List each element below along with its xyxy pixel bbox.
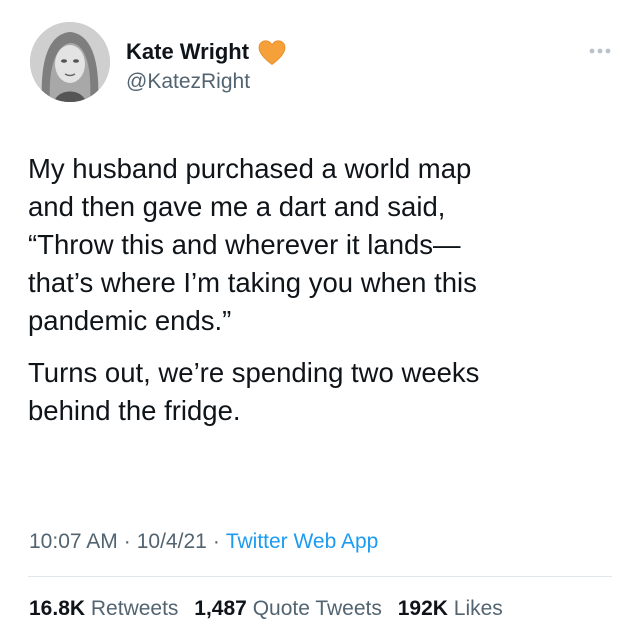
tweet-stats: 16.8K Retweets 1,487 Quote Tweets 192K L… [29, 595, 503, 623]
tweet-paragraph-1: My husband purchased a world map and the… [28, 153, 477, 336]
tweet-card: Kate Wright @KatezRight My husband purch… [0, 0, 640, 640]
avatar[interactable] [30, 22, 110, 102]
retweets-stat[interactable]: 16.8K Retweets [29, 597, 178, 620]
tweet-meta: 10:07 AM · 10/4/21 · Twitter Web App [29, 528, 378, 556]
tweet-time[interactable]: 10:07 AM [29, 530, 118, 553]
tweet-source-link[interactable]: Twitter Web App [226, 530, 379, 553]
name-row: Kate Wright [126, 38, 287, 66]
author-block: Kate Wright @KatezRight [126, 38, 287, 96]
avatar-photo [30, 22, 110, 102]
tweet-text: My husband purchased a world map and the… [28, 150, 618, 430]
likes-count: 192K [397, 597, 448, 620]
display-name[interactable]: Kate Wright [126, 38, 249, 66]
meta-separator: · [123, 530, 131, 553]
divider [28, 576, 612, 577]
ellipsis-icon[interactable] [586, 44, 614, 58]
retweets-label: Retweets [90, 597, 179, 620]
retweets-count: 16.8K [29, 597, 86, 620]
user-handle[interactable]: @KatezRight [126, 68, 287, 96]
quote-tweets-label: Quote Tweets [252, 597, 382, 620]
orange-heart-icon [257, 39, 287, 66]
likes-stat[interactable]: 192K Likes [398, 597, 503, 620]
tweet-date[interactable]: 10/4/21 [137, 530, 207, 553]
meta-separator: · [212, 530, 220, 553]
quote-tweets-count: 1,487 [194, 597, 247, 620]
likes-label: Likes [453, 597, 503, 620]
tweet-paragraph-2: Turns out, we’re spending two weeks behi… [28, 357, 480, 426]
quote-tweets-stat[interactable]: 1,487 Quote Tweets [194, 597, 382, 620]
